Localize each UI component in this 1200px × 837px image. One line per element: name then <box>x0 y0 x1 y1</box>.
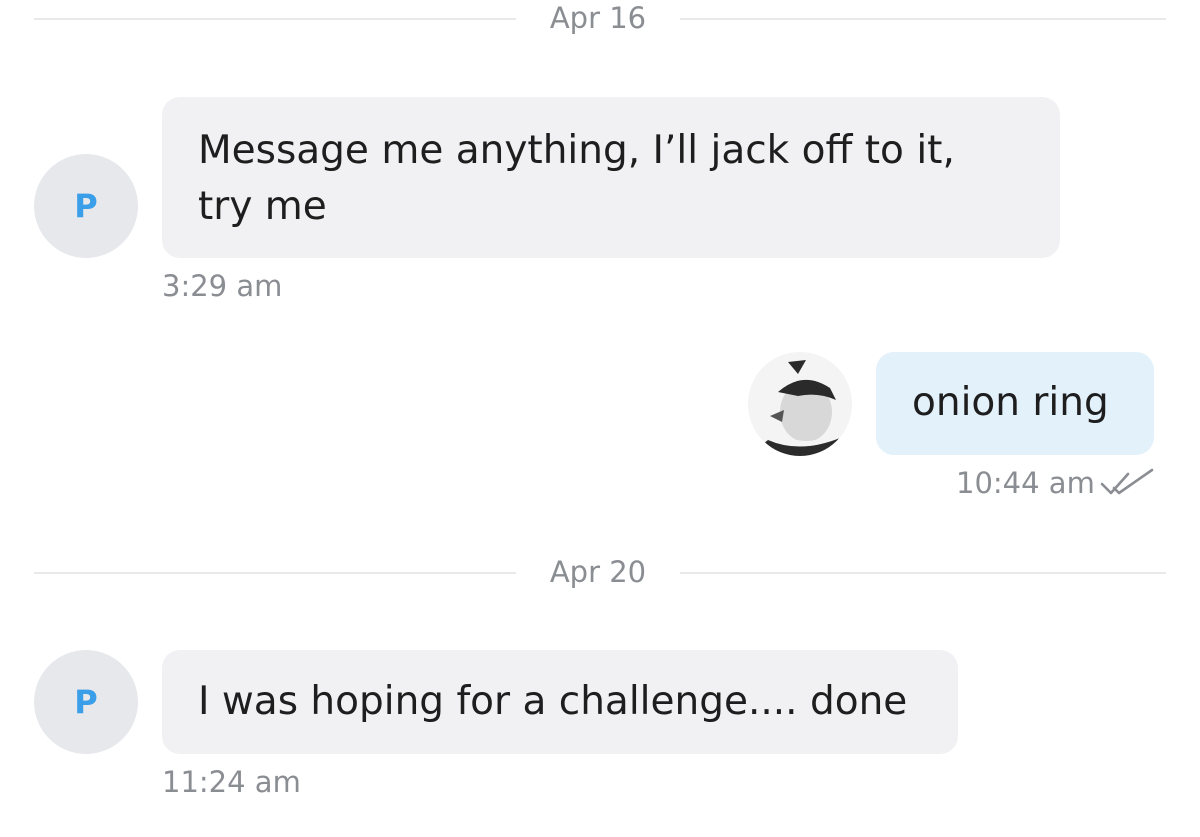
separator-line <box>34 18 516 20</box>
separator-line <box>680 18 1166 20</box>
separator-line <box>34 572 516 574</box>
sender-avatar[interactable]: P <box>34 650 138 754</box>
separator-line <box>680 572 1166 574</box>
double-check-icon <box>1100 468 1154 495</box>
sender-avatar[interactable]: P <box>34 154 138 258</box>
incoming-message-bubble[interactable]: Message me anything, I’ll jack off to it… <box>162 97 1060 258</box>
message-timestamp: 3:29 am <box>162 269 283 303</box>
date-separator: Apr 16 <box>34 0 1166 40</box>
outgoing-message-bubble[interactable]: onion ring <box>876 352 1154 455</box>
message-timestamp: 11:24 am <box>162 765 301 799</box>
user-avatar-photo[interactable] <box>748 352 852 456</box>
message-text-line: Message me anything, I’ll jack off to it… <box>198 128 955 173</box>
message-timestamp: 10:44 am <box>956 466 1095 500</box>
date-label: Apr 16 <box>549 1 647 35</box>
message-text: onion ring <box>912 380 1109 425</box>
date-separator: Apr 20 <box>34 554 1166 594</box>
message-text-line: try me <box>198 184 327 229</box>
date-label: Apr 20 <box>549 555 647 589</box>
message-text: I was hoping for a challenge.... done <box>198 679 908 724</box>
incoming-message-bubble[interactable]: I was hoping for a challenge.... done <box>162 650 958 754</box>
avatar-photo-image <box>748 352 852 456</box>
